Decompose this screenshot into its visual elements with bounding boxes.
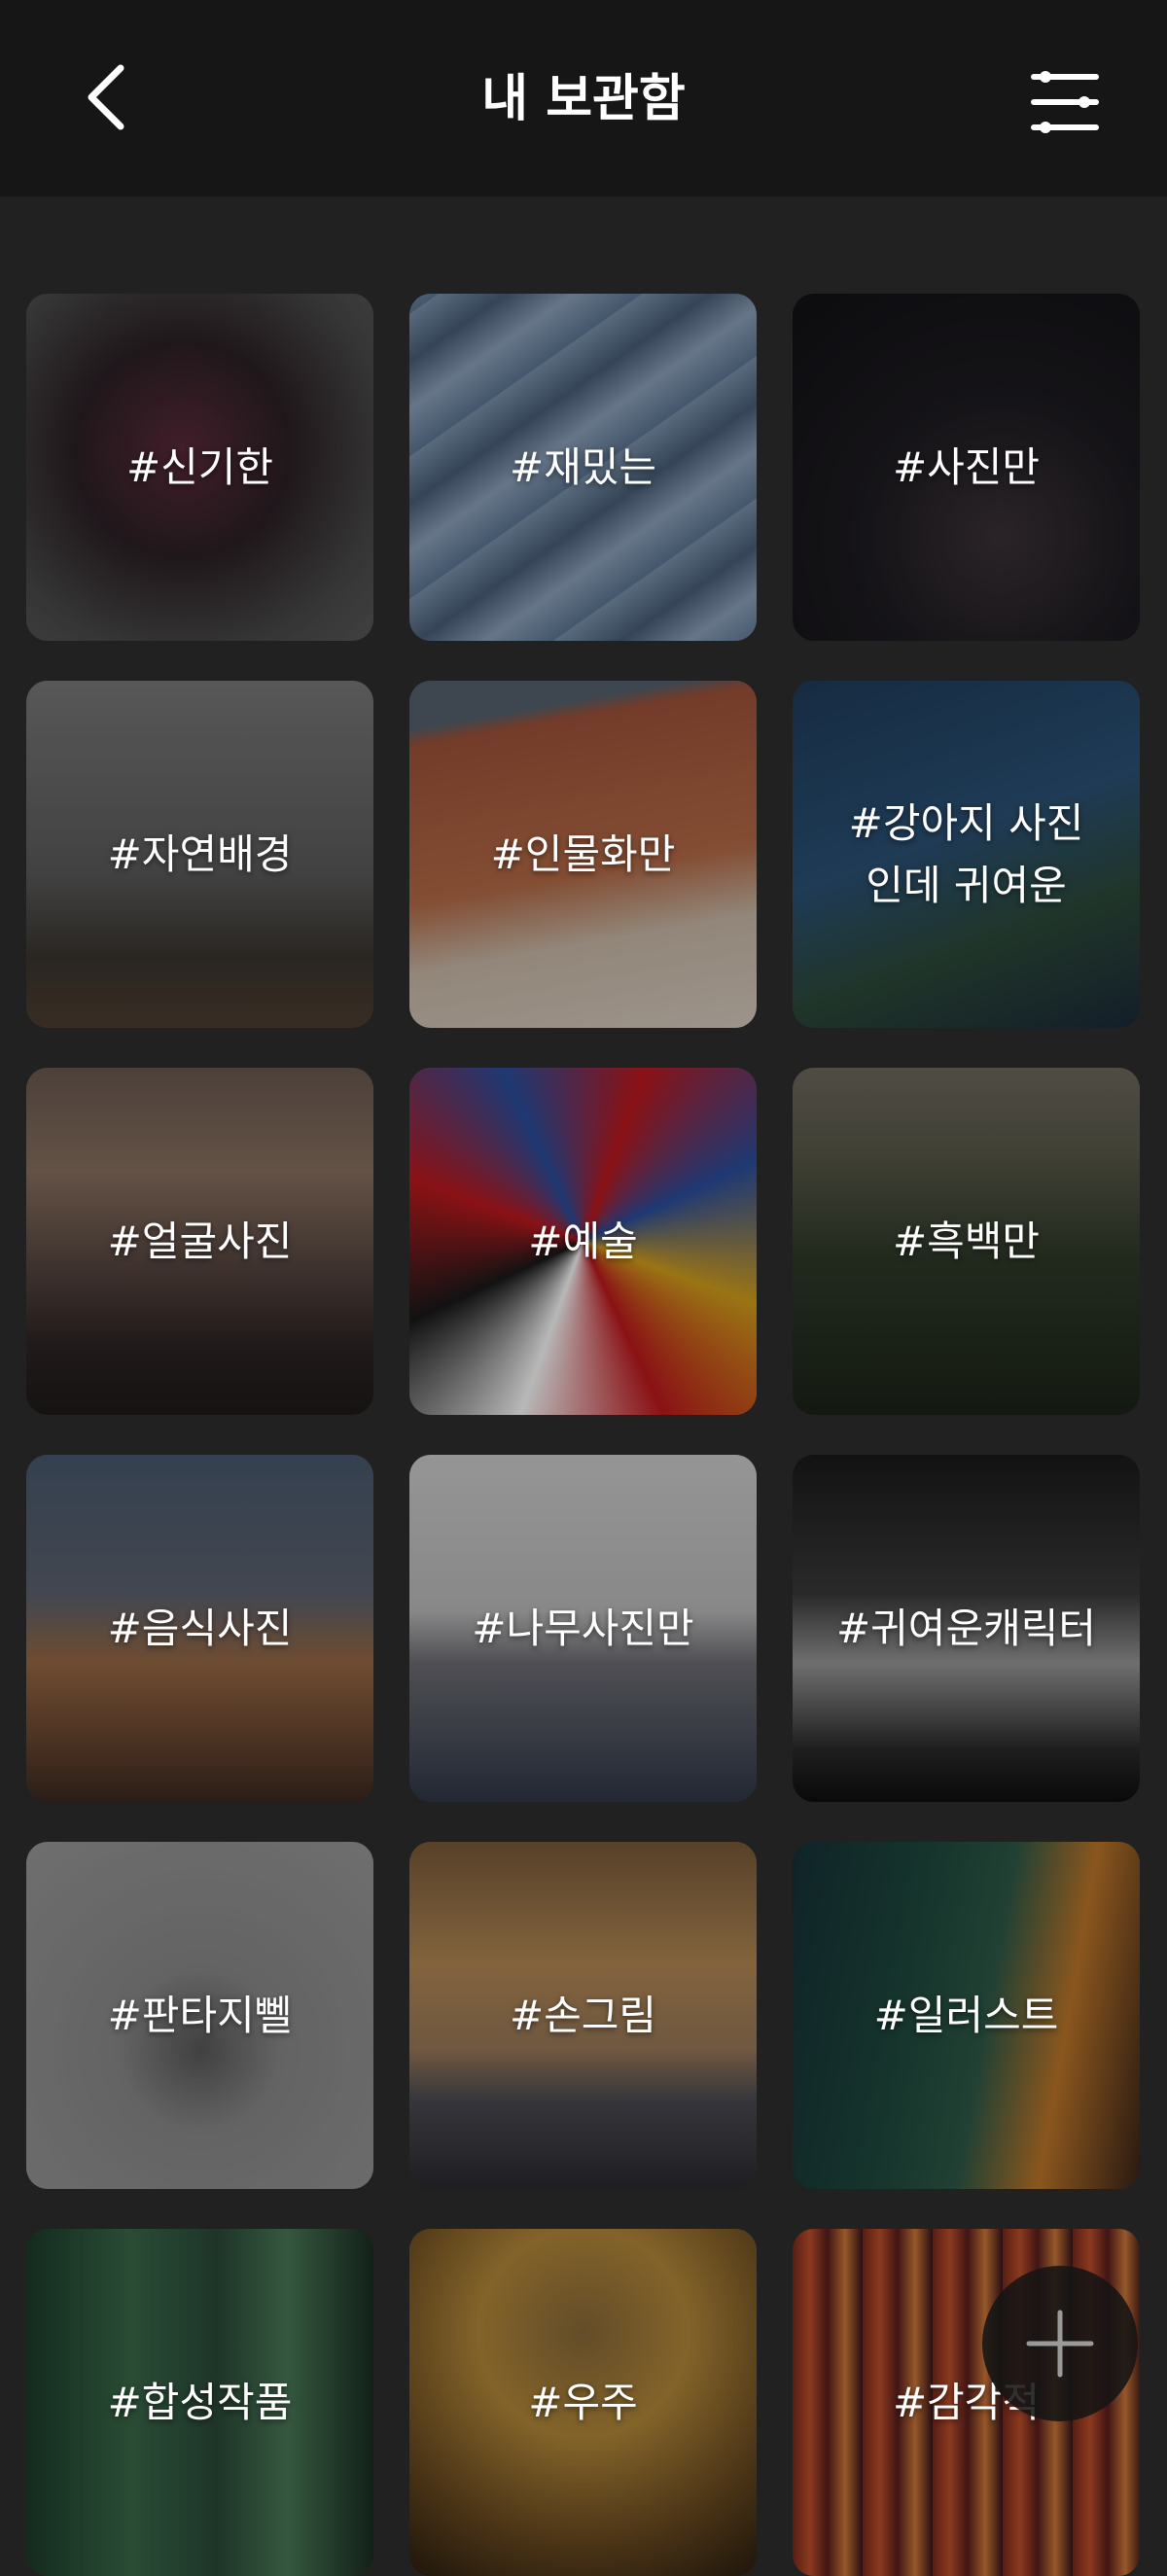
plus-icon bbox=[1026, 2310, 1094, 2378]
app-header: 내 보관함 bbox=[0, 0, 1167, 196]
page-title: 내 보관함 bbox=[481, 70, 686, 128]
tile-label: #일러스트 bbox=[873, 1991, 1059, 2039]
archive-tile[interactable]: #자연배경 bbox=[26, 681, 373, 1028]
tile-label: #강아지 사진 인데 귀여운 bbox=[848, 798, 1084, 909]
tile-label: #신기한 bbox=[125, 442, 274, 491]
tile-label: #나무사진만 bbox=[472, 1604, 694, 1652]
archive-tile[interactable]: #재밌는 bbox=[409, 294, 757, 641]
archive-tile[interactable]: #인물화만 bbox=[409, 681, 757, 1028]
tile-label: #판타지뻴 bbox=[107, 1991, 293, 2039]
archive-tile[interactable]: #손그림 bbox=[409, 1842, 757, 2189]
archive-tile[interactable]: #우주 bbox=[409, 2229, 757, 2576]
archive-tile[interactable]: #사진만 bbox=[793, 294, 1140, 641]
tile-label: #흑백만 bbox=[892, 1217, 1041, 1265]
archive-tile[interactable]: #판타지뻴 bbox=[26, 1842, 373, 2189]
archive-tile[interactable]: #얼굴사진 bbox=[26, 1068, 373, 1415]
archive-tile[interactable]: #음식사진 bbox=[26, 1455, 373, 1802]
archive-tile[interactable]: #귀여운캐릭터 bbox=[793, 1455, 1140, 1802]
tile-label: #인물화만 bbox=[490, 829, 676, 878]
archive-tile[interactable]: #합성작품 bbox=[26, 2229, 373, 2576]
tile-label: #자연배경 bbox=[107, 829, 293, 878]
tile-label: #사진만 bbox=[892, 442, 1041, 491]
archive-tile[interactable]: #흑백만 bbox=[793, 1068, 1140, 1415]
tile-label: #음식사진 bbox=[107, 1604, 293, 1652]
tile-label: #재밌는 bbox=[509, 442, 657, 491]
archive-tile[interactable]: #신기한 bbox=[26, 294, 373, 641]
tile-label: #손그림 bbox=[509, 1991, 657, 2039]
tile-label: #우주 bbox=[528, 2378, 638, 2426]
add-button[interactable] bbox=[982, 2266, 1138, 2421]
filter-button[interactable] bbox=[1016, 53, 1114, 151]
archive-tile[interactable]: #강아지 사진 인데 귀여운 bbox=[793, 681, 1140, 1028]
tile-label: #합성작품 bbox=[107, 2378, 293, 2426]
sliders-icon bbox=[1031, 71, 1099, 133]
archive-tile[interactable]: #일러스트 bbox=[793, 1842, 1140, 2189]
tile-label: #얼굴사진 bbox=[107, 1217, 293, 1265]
archive-tile[interactable]: #예술 bbox=[409, 1068, 757, 1415]
tile-label: #예술 bbox=[528, 1217, 638, 1265]
archive-tile[interactable]: #나무사진만 bbox=[409, 1455, 757, 1802]
tile-label: #귀여운캐릭터 bbox=[835, 1604, 1097, 1652]
